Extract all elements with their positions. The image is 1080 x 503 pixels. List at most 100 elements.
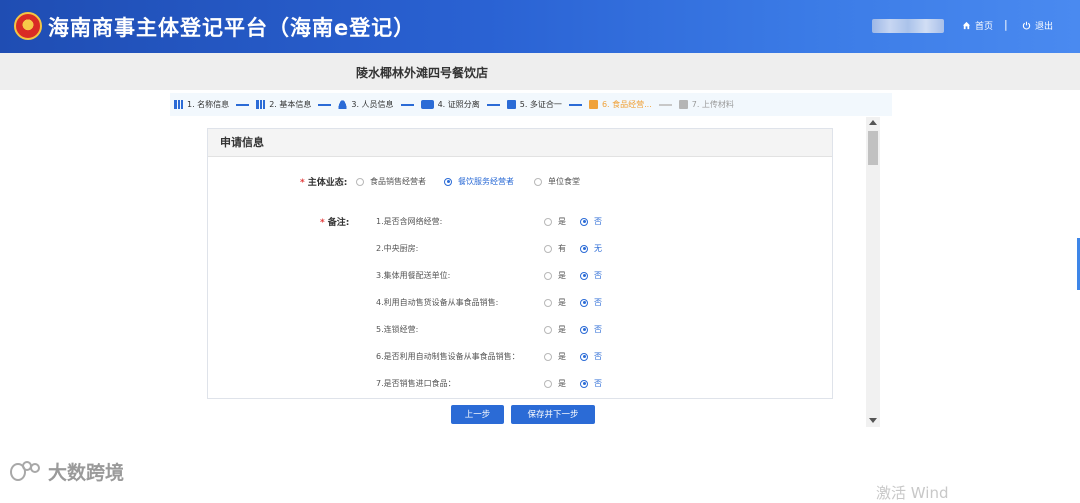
radio-icon[interactable] [544, 271, 552, 280]
radio-selected-icon[interactable] [444, 177, 452, 186]
business-type-label: * 主体业态: [300, 175, 347, 188]
option-label: 单位食堂 [548, 177, 580, 186]
document-icon [506, 100, 516, 109]
watermark: 大数跨境 [10, 458, 124, 485]
save-next-button[interactable]: 保存并下一步 [511, 405, 595, 424]
question-3: 3.集体用餐配送单位: [376, 271, 451, 280]
answer-yes[interactable]: 是 [544, 297, 566, 308]
answer-yes[interactable]: 有 [544, 243, 566, 254]
answer-7: 是 否 [544, 378, 616, 389]
step-label: 1. 名称信息 [187, 100, 230, 109]
step-food-business[interactable]: 6. 食品经营... [588, 99, 652, 110]
application-info-panel: 申请信息 * 主体业态: 食品销售经营者 餐饮服务经营者 单位食堂 * 备注: 1.… [207, 128, 833, 399]
vertical-scrollbar[interactable] [866, 117, 880, 427]
step-multi-cert[interactable]: 5. 多证合一 [506, 99, 562, 110]
question-7: 7.是否销售进口食品： [376, 379, 456, 388]
option-label: 否 [594, 352, 602, 361]
question-2: 2.中央厨房: [376, 244, 419, 253]
step-name-info[interactable]: 1. 名称信息 [174, 99, 229, 110]
radio-selected-icon[interactable] [580, 325, 588, 334]
answer-no[interactable]: 否 [580, 270, 602, 281]
answer-no[interactable]: 否 [580, 216, 602, 227]
radio-selected-icon[interactable] [580, 271, 588, 280]
option-label: 否 [594, 217, 602, 226]
radio-icon[interactable] [544, 379, 552, 388]
home-link[interactable]: 首页 [962, 19, 993, 32]
step-license-separation[interactable]: 4. 证照分离 [420, 99, 480, 110]
prev-step-button[interactable]: 上一步 [451, 405, 504, 424]
step-label: 3. 人员信息 [351, 100, 394, 109]
business-type-options: 食品销售经营者 餐饮服务经营者 单位食堂 [356, 176, 590, 187]
progress-steps: 1. 名称信息 2. 基本信息 3. 人员信息 4. 证照分离 5. 多证合一 … [170, 93, 892, 116]
home-label: 首页 [975, 22, 994, 32]
option-canteen[interactable]: 单位食堂 [534, 176, 580, 187]
home-icon [962, 21, 971, 30]
option-label: 否 [594, 325, 602, 334]
question-6: 6.是否利用自动制售设备从事食品销售： [376, 352, 520, 361]
step-personnel-info[interactable]: 3. 人员信息 [338, 99, 394, 110]
option-food-sales[interactable]: 食品销售经营者 [356, 176, 426, 187]
business-type-text: 主体业态: [307, 178, 348, 188]
bar-chart-icon [256, 100, 266, 109]
radio-selected-icon[interactable] [580, 352, 588, 361]
scroll-down-arrow-icon[interactable] [869, 418, 877, 423]
radio-selected-icon[interactable] [580, 217, 588, 226]
remarks-text: 备注: [327, 218, 350, 228]
scroll-thumb[interactable] [868, 131, 878, 165]
option-catering[interactable]: 餐饮服务经营者 [444, 176, 514, 187]
answer-yes[interactable]: 是 [544, 324, 566, 335]
answer-yes[interactable]: 是 [544, 378, 566, 389]
step-connector [486, 103, 500, 106]
answer-yes[interactable]: 是 [544, 270, 566, 281]
answer-no[interactable]: 无 [580, 243, 602, 254]
option-label: 否 [594, 379, 602, 388]
national-emblem-icon [14, 12, 42, 40]
answer-3: 是 否 [544, 270, 616, 281]
option-label: 否 [594, 298, 602, 307]
answer-1: 是 否 [544, 216, 616, 227]
radio-selected-icon[interactable] [580, 298, 588, 307]
radio-icon[interactable] [544, 244, 552, 253]
radio-icon[interactable] [544, 217, 552, 226]
radio-selected-icon[interactable] [580, 379, 588, 388]
option-label: 是 [558, 352, 566, 361]
step-upload-materials[interactable]: 7. 上传材料 [678, 99, 734, 110]
answer-no[interactable]: 否 [580, 351, 602, 362]
radio-icon[interactable] [544, 325, 552, 334]
answer-no[interactable]: 否 [580, 378, 602, 389]
watermark-text: 大数跨境 [48, 462, 125, 484]
header-separator: | [1004, 18, 1008, 31]
option-label: 食品销售经营者 [370, 177, 426, 186]
step-label: 7. 上传材料 [691, 100, 734, 109]
radio-selected-icon[interactable] [580, 244, 588, 253]
watermark-logo-icon [10, 459, 44, 485]
answer-yes[interactable]: 是 [544, 216, 566, 227]
shop-name: 陵水椰林外滩四号餐饮店 [356, 66, 489, 80]
windows-activation-overlay: 激活 Wind [876, 484, 949, 502]
radio-icon[interactable] [356, 177, 364, 186]
option-label: 餐饮服务经营者 [458, 177, 514, 186]
answer-no[interactable]: 否 [580, 324, 602, 335]
step-label: 5. 多证合一 [519, 100, 562, 109]
step-label: 2. 基本信息 [269, 100, 312, 109]
step-connector [658, 103, 672, 106]
radio-icon[interactable] [544, 298, 552, 307]
answer-5: 是 否 [544, 324, 616, 335]
radio-icon[interactable] [534, 177, 542, 186]
option-label: 有 [558, 244, 566, 253]
remarks-label: * 备注: [320, 215, 349, 228]
step-basic-info[interactable]: 2. 基本信息 [256, 99, 311, 110]
upload-icon [678, 100, 688, 109]
option-label: 是 [558, 298, 566, 307]
scroll-up-arrow-icon[interactable] [869, 120, 877, 125]
option-label: 是 [558, 379, 566, 388]
answer-no[interactable]: 否 [580, 297, 602, 308]
logout-link[interactable]: 退出 [1022, 19, 1053, 32]
step-connector [318, 103, 332, 106]
radio-icon[interactable] [544, 352, 552, 361]
bar-chart-icon [174, 100, 183, 109]
answer-yes[interactable]: 是 [544, 351, 566, 362]
option-label: 是 [558, 271, 566, 280]
panel-title: 申请信息 [208, 129, 832, 157]
option-label: 否 [594, 271, 602, 280]
